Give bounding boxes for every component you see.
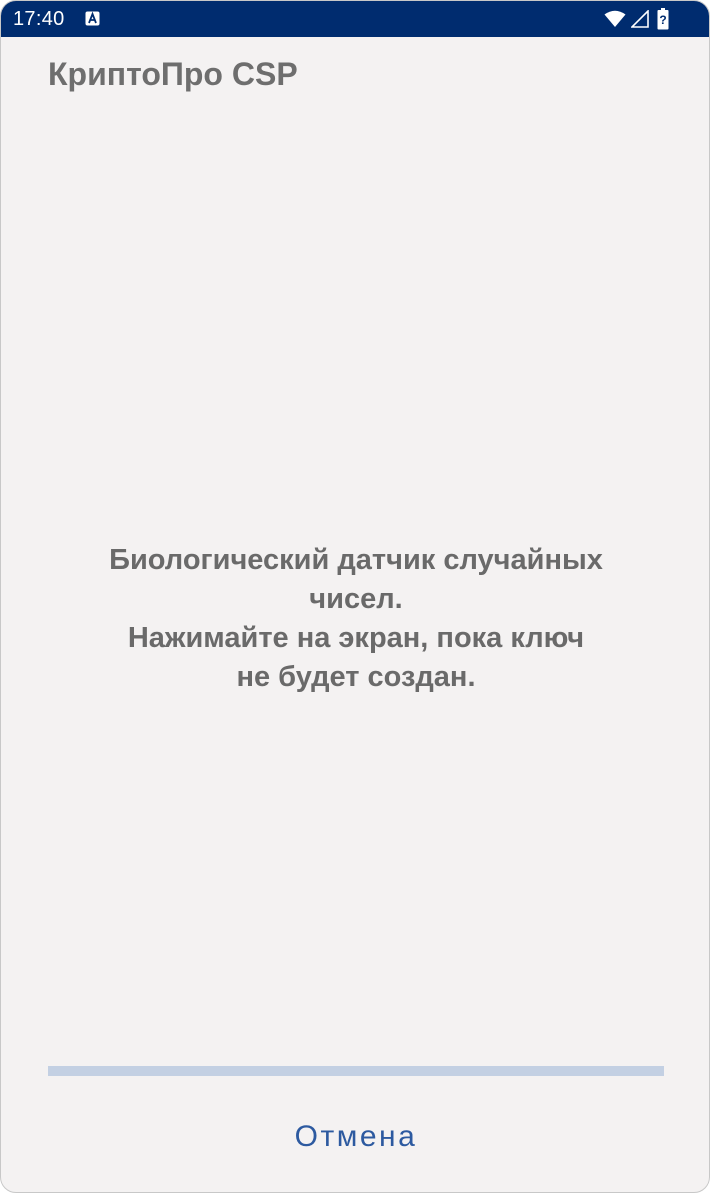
battery-status-glyph: ? (659, 13, 666, 27)
instruction-line: чисел. (309, 583, 403, 615)
battery-unknown-icon: ? (657, 8, 669, 30)
wifi-icon (604, 10, 626, 27)
cell-signal-icon (631, 10, 649, 28)
instruction-line: Биологический датчик случайных (109, 544, 603, 576)
app-screen[interactable]: 17:40 ? КриптоПро CSP Биологический датч… (0, 0, 710, 1193)
accessibility-notification-icon (85, 11, 100, 26)
key-generation-progress-bar (48, 1066, 664, 1076)
instruction-line: Нажимайте на экран, пока ключ (127, 622, 585, 654)
instruction-line: не будет создан. (236, 661, 476, 693)
app-title: КриптоПро CSP (48, 56, 298, 92)
entropy-instructions: Биологический датчик случайных чисел. На… (41, 541, 671, 697)
status-bar: 17:40 ? (1, 1, 709, 37)
cancel-button[interactable]: Отмена (256, 1113, 456, 1161)
status-time: 17:40 (13, 8, 65, 30)
